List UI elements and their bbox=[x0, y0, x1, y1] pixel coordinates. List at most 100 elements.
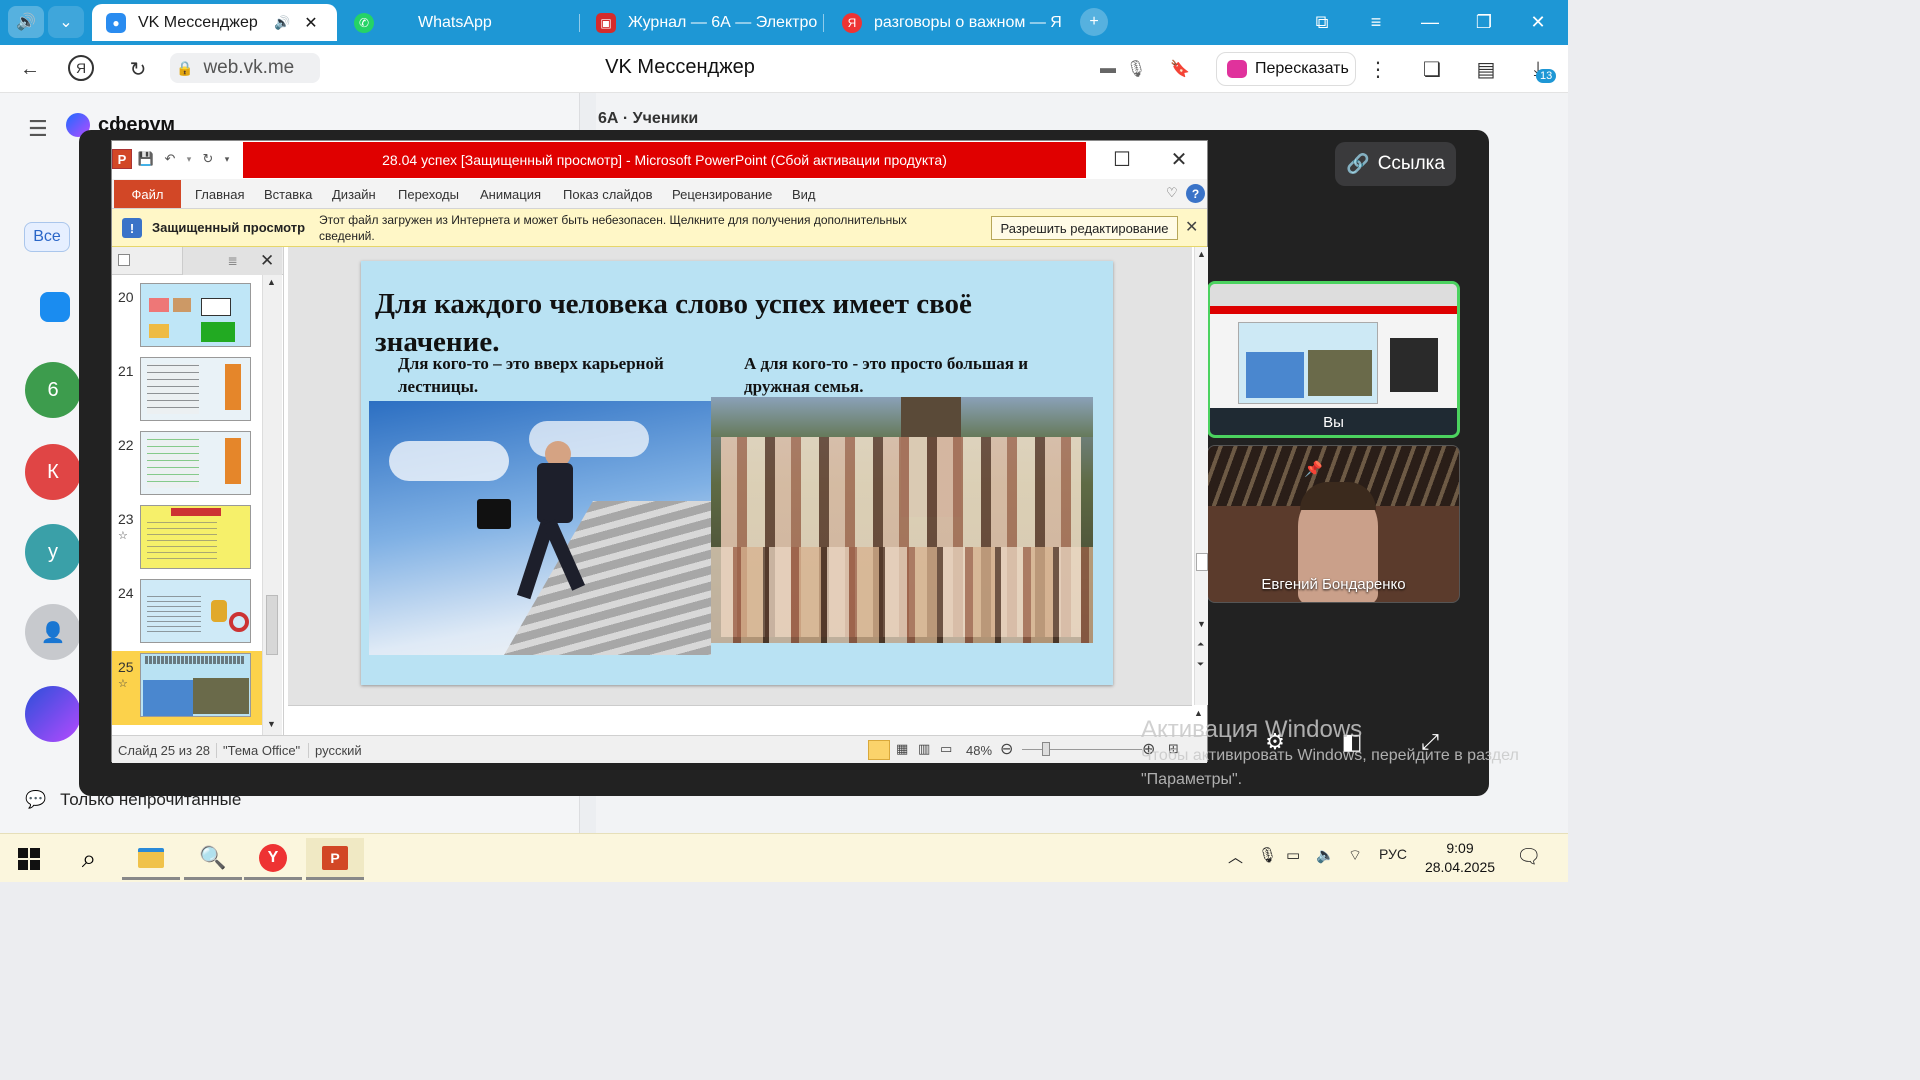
career-stairs-photo[interactable] bbox=[369, 401, 711, 655]
slide-caption-left[interactable]: Для кого-то – это вверх карьерной лестни… bbox=[398, 352, 718, 398]
tab-view[interactable]: Вид bbox=[792, 187, 816, 202]
wifi-icon[interactable]: ⌔ bbox=[1348, 846, 1362, 865]
browser-menu-icon[interactable]: ≡ bbox=[1350, 0, 1402, 45]
chat-avatar-k[interactable]: К bbox=[25, 444, 81, 500]
slides-tab-icon[interactable] bbox=[118, 254, 130, 266]
normal-view-icon[interactable] bbox=[868, 740, 890, 760]
call-link-button[interactable]: 🔗 Ссылка bbox=[1335, 142, 1456, 186]
hamburger-menu-icon[interactable]: ☰ bbox=[28, 116, 48, 142]
only-unread-toggle[interactable]: 💬 Только непрочитанные bbox=[25, 790, 241, 810]
previous-slide-icon[interactable]: ⏶ bbox=[1197, 639, 1204, 650]
chat-avatar-sferum[interactable] bbox=[25, 686, 81, 742]
notification-center-icon[interactable]: 🗨 bbox=[1516, 844, 1541, 869]
pin-icon[interactable]: 📌 bbox=[1304, 460, 1323, 478]
ppt-maximize-icon[interactable]: ☐ bbox=[1102, 145, 1142, 173]
windows-start-icon[interactable] bbox=[0, 838, 58, 880]
ribbon-collapse-icon[interactable]: ♡ bbox=[1166, 185, 1178, 201]
tab-journal[interactable]: ▣ Журнал — 6А — Электро bbox=[582, 4, 824, 41]
family-photo[interactable] bbox=[711, 397, 1093, 643]
slide-vertical-scrollbar[interactable]: ▲ ▼ ⏶ ⏷ bbox=[1194, 247, 1208, 705]
search-icon[interactable]: ⌕ bbox=[60, 838, 118, 880]
yandex-logo-icon[interactable]: Я bbox=[68, 55, 94, 81]
restore-icon[interactable]: ❐ bbox=[1458, 0, 1510, 45]
reading-view-icon[interactable]: ▥ bbox=[918, 741, 930, 757]
slide-thumbnail-20[interactable]: 20 bbox=[112, 281, 270, 353]
new-tab-plus-icon[interactable]: + bbox=[1080, 8, 1108, 36]
input-language[interactable]: РУС bbox=[1379, 846, 1407, 862]
language-indicator[interactable]: русский bbox=[308, 743, 362, 758]
tray-overflow-chevron-icon[interactable]: ︿ bbox=[1228, 846, 1243, 867]
back-arrow-icon[interactable]: ← bbox=[16, 55, 44, 83]
slide-thumbnail-22[interactable]: 22 bbox=[112, 429, 270, 501]
next-slide-icon[interactable]: ⏷ bbox=[1197, 659, 1204, 670]
customize-qat-icon[interactable]: ▾ bbox=[222, 149, 232, 169]
slide-caption-right[interactable]: А для кого-то - это просто большая и дру… bbox=[744, 352, 1094, 398]
scroll-down-icon[interactable]: ▼ bbox=[267, 719, 276, 729]
file-explorer-icon[interactable] bbox=[122, 838, 180, 880]
close-pane-icon[interactable]: ✕ bbox=[260, 251, 274, 271]
filter-all-chip[interactable]: Все bbox=[24, 222, 70, 252]
tab-home[interactable]: Главная bbox=[195, 187, 244, 202]
tab-yandex-search[interactable]: Я разговоры о важном — Я bbox=[828, 4, 1074, 41]
sound-icon[interactable]: 🔊 bbox=[8, 6, 44, 38]
slide-sorter-icon[interactable]: ▦ bbox=[896, 741, 908, 757]
bookmark-collections-icon[interactable]: ⧉ bbox=[1296, 0, 1348, 45]
notes-pane[interactable]: ▲ bbox=[288, 705, 1203, 735]
tab-slideshow[interactable]: Показ слайдов bbox=[563, 187, 653, 202]
bookmark-icon[interactable]: 🔖 bbox=[1166, 55, 1194, 83]
reload-icon[interactable]: ↻ bbox=[124, 55, 152, 83]
scroll-up-icon[interactable]: ▲ bbox=[267, 277, 276, 287]
powerpoint-app-icon[interactable]: P bbox=[112, 149, 132, 169]
battery-icon[interactable]: ▭ bbox=[1286, 846, 1300, 864]
file-tab[interactable]: Файл bbox=[114, 180, 181, 208]
tabs-menu-chevron-icon[interactable]: ⌄ bbox=[48, 6, 84, 38]
save-icon[interactable]: 💾 bbox=[136, 149, 156, 169]
help-icon[interactable]: ? bbox=[1186, 184, 1205, 203]
tab-audio-icon[interactable]: 🔊 bbox=[274, 15, 290, 31]
participant-tile-evgeny[interactable]: 📌 Евгений Бондаренко bbox=[1207, 445, 1460, 603]
zoom-slider-thumb[interactable] bbox=[1042, 742, 1050, 756]
close-protected-bar-icon[interactable]: ✕ bbox=[1185, 217, 1198, 237]
tab-vk-messenger[interactable]: ● VK Мессенджер 🔊 ✕ bbox=[92, 4, 337, 41]
powerpoint-taskbar-icon[interactable]: P bbox=[306, 838, 364, 880]
slide-thumbnail-23[interactable]: 23 ☆ bbox=[112, 503, 270, 575]
undo-dropdown-icon[interactable]: ▾ bbox=[184, 149, 194, 169]
url-field[interactable]: 🔒 web.vk.me bbox=[170, 53, 320, 83]
current-slide[interactable]: Для каждого человека слово успех имеет с… bbox=[361, 261, 1113, 685]
chat-avatar-default[interactable]: 👤 bbox=[25, 604, 81, 660]
ppt-close-icon[interactable]: ✕ bbox=[1159, 145, 1199, 173]
slide-scroll-thumb[interactable] bbox=[1196, 553, 1208, 571]
volume-icon[interactable]: 🔈 bbox=[1316, 846, 1335, 864]
tab-review[interactable]: Рецензирование bbox=[672, 187, 772, 202]
yandex-browser-icon[interactable]: Y bbox=[244, 838, 302, 880]
tab-design[interactable]: Дизайн bbox=[332, 187, 376, 202]
slideshow-view-icon[interactable]: ▭ bbox=[940, 741, 952, 757]
system-clock[interactable]: 9:09 28.04.2025 bbox=[1422, 839, 1498, 877]
camera-icon[interactable]: ▬ bbox=[1094, 55, 1122, 83]
chat-avatar-u[interactable]: у bbox=[25, 524, 81, 580]
slide-thumbnail-24[interactable]: 24 bbox=[112, 577, 270, 649]
microphone-tray-icon[interactable]: 🎙 bbox=[1258, 846, 1277, 864]
slide-title[interactable]: Для каждого человека слово успех имеет с… bbox=[375, 285, 1095, 361]
tab-close-icon[interactable]: ✕ bbox=[304, 13, 317, 33]
zoom-slider[interactable] bbox=[1022, 749, 1142, 750]
slide-thumbnail-25[interactable]: 25 ☆ bbox=[112, 651, 270, 725]
microphone-icon[interactable]: 🎙 bbox=[1122, 55, 1150, 83]
thumbnail-scrollbar[interactable]: ▲ ▼ bbox=[262, 275, 282, 735]
network-monitor-icon[interactable]: 🔍 bbox=[184, 838, 242, 880]
close-window-icon[interactable]: ✕ bbox=[1512, 0, 1564, 45]
collections-icon[interactable]: ❏ bbox=[1418, 55, 1446, 83]
extensions-icon[interactable]: ▤ bbox=[1472, 55, 1500, 83]
scroll-thumb[interactable] bbox=[266, 595, 278, 655]
tab-transitions[interactable]: Переходы bbox=[398, 187, 459, 202]
retell-button[interactable]: Пересказать bbox=[1216, 52, 1356, 86]
scroll-down-icon[interactable]: ▼ bbox=[1197, 619, 1206, 629]
zoom-level[interactable]: 48% bbox=[966, 743, 992, 758]
enable-editing-button[interactable]: Разрешить редактирование bbox=[991, 216, 1178, 240]
zoom-out-icon[interactable]: ⊖ bbox=[1000, 739, 1013, 759]
more-options-icon[interactable]: ⋮ bbox=[1364, 55, 1392, 83]
minimize-icon[interactable]: — bbox=[1404, 0, 1456, 45]
undo-icon[interactable]: ↶ bbox=[160, 149, 180, 169]
protected-view-message[interactable]: Этот файл загружен из Интернета и может … bbox=[319, 212, 959, 244]
tab-animation[interactable]: Анимация bbox=[480, 187, 541, 202]
